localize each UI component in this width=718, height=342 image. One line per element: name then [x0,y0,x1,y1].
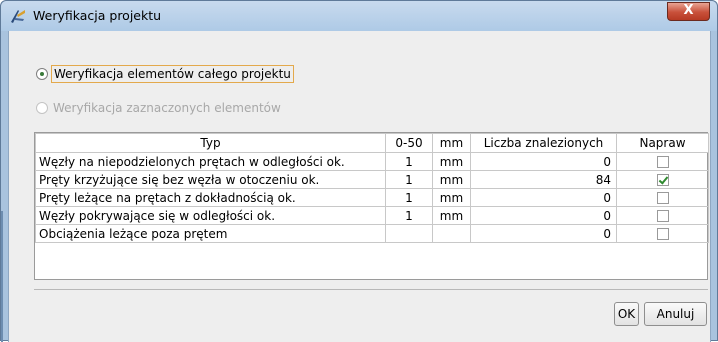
radio-all-projects-label[interactable]: Weryfikacja elementów całego projektu [51,65,294,83]
option-all-projects[interactable]: Weryfikacja elementów całego projektu [36,65,294,83]
cell-typ: Pręty leżące na prętach z dokładnością o… [35,188,386,207]
cell-unit: mm [432,188,471,207]
verification-grid: Typ 0-50 mm Liczba znalezionych Napraw W… [35,133,709,243]
header-fix[interactable]: Napraw [616,133,709,153]
cell-unit: mm [432,206,471,225]
ok-button[interactable]: OK [614,302,639,326]
cell-count: 0 [470,152,617,171]
cell-typ: Obciążenia leżące poza prętem [35,224,386,243]
table-row[interactable]: Pręty krzyżujące się bez węzła w otoczen… [35,170,709,189]
header-unit[interactable]: mm [432,133,471,153]
cell-count: 84 [470,170,617,189]
cell-fix [616,188,709,207]
cell-fix [616,170,709,189]
radio-all-projects[interactable] [36,68,48,80]
header-count[interactable]: Liczba znalezionych [470,133,617,153]
cell-value[interactable]: 1 [385,152,433,171]
cell-unit: mm [432,170,471,189]
cell-value[interactable] [385,224,433,243]
footer-separator [34,289,708,290]
cell-typ: Pręty krzyżujące się bez węzła w otoczen… [35,170,386,189]
table-row[interactable]: Pręty leżące na prętach z dokładnością o… [35,188,709,207]
header-range[interactable]: 0-50 [385,133,433,153]
cell-count: 0 [470,224,617,243]
cell-typ: Węzły na niepodzielonych prętach w odleg… [35,152,386,171]
app-icon [11,10,25,23]
cell-value[interactable]: 1 [385,206,433,225]
cell-fix [616,206,709,225]
radio-selected-elements[interactable] [36,102,48,114]
cell-value[interactable]: 1 [385,170,433,189]
cell-fix [616,152,709,171]
title-bar[interactable]: Weryfikacja projektu X [1,1,717,31]
cell-typ: Węzły pokrywające się w odległości ok. [35,206,386,225]
table-row[interactable]: Obciążenia leżące poza prętem 0 [35,224,709,243]
dialog-window: Weryfikacja projektu X Weryfikacja eleme… [0,0,718,342]
fix-checkbox[interactable] [656,156,669,168]
cell-count: 0 [470,206,617,225]
radio-selected-elements-label[interactable]: Weryfikacja zaznaczonych elementów [53,101,281,115]
table-header-row: Typ 0-50 mm Liczba znalezionych Napraw [35,133,709,153]
cell-unit: mm [432,152,471,171]
fix-checkbox[interactable] [656,192,669,204]
close-button[interactable]: X [667,2,710,21]
window-title: Weryfikacja projektu [33,8,162,23]
table-row[interactable]: Węzły pokrywające się w odległości ok. 1… [35,206,709,225]
table-row[interactable]: Węzły na niepodzielonych prętach w odleg… [35,152,709,171]
verification-table: Typ 0-50 mm Liczba znalezionych Napraw W… [34,132,709,280]
option-selected-elements[interactable]: Weryfikacja zaznaczonych elementów [36,101,281,115]
fix-checkbox[interactable] [656,210,669,222]
cell-fix [616,224,709,243]
fix-checkbox[interactable] [656,174,669,186]
cell-count: 0 [470,188,617,207]
header-typ[interactable]: Typ [35,133,386,153]
cell-unit [432,224,471,243]
window-edge [1,211,3,342]
fix-checkbox[interactable] [656,228,669,240]
cancel-button[interactable]: Anuluj [644,302,707,326]
cell-value[interactable]: 1 [385,188,433,207]
